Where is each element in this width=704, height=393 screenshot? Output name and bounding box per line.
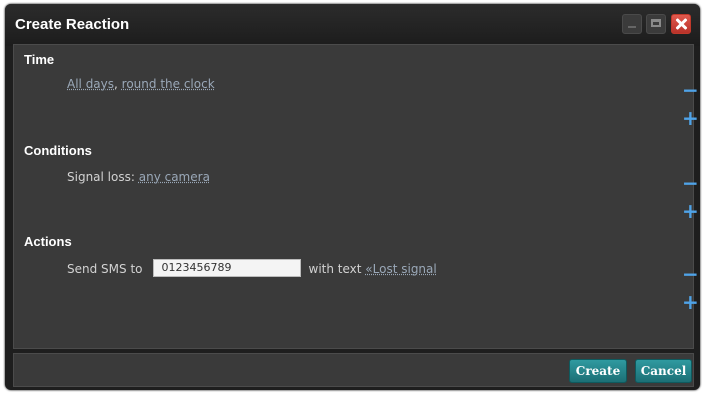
create-button[interactable]: Create xyxy=(569,359,627,383)
maximize-button[interactable] xyxy=(646,14,666,34)
hours-link[interactable]: round the clock xyxy=(122,77,215,91)
phone-number-input[interactable]: 0123456789 xyxy=(152,259,301,277)
minimize-button[interactable] xyxy=(622,14,642,34)
time-add-button[interactable]: + xyxy=(682,108,699,128)
create-reaction-dialog: Create Reaction Time All days, round the… xyxy=(5,4,700,390)
condition-remove-button[interactable]: − xyxy=(682,173,699,193)
camera-link[interactable]: any camera xyxy=(139,170,210,184)
message-text-link[interactable]: «Lost signal xyxy=(365,262,436,276)
action-add-button[interactable]: + xyxy=(682,292,699,312)
reaction-content-panel: Time All days, round the clock − + Condi… xyxy=(13,44,699,349)
time-row: All days, round the clock xyxy=(67,74,215,94)
time-separator: , xyxy=(114,77,118,91)
cancel-button[interactable]: Cancel xyxy=(635,359,692,383)
time-remove-button[interactable]: − xyxy=(682,80,699,100)
dialog-footer: Create Cancel xyxy=(13,353,694,387)
condition-row: Signal loss: any camera xyxy=(67,167,210,187)
action-remove-button[interactable]: − xyxy=(682,264,699,284)
section-title-actions: Actions xyxy=(24,234,72,249)
days-link[interactable]: All days xyxy=(67,77,114,91)
close-button[interactable] xyxy=(671,14,691,34)
section-title-time: Time xyxy=(24,52,55,67)
dialog-title: Create Reaction xyxy=(15,16,130,33)
condition-prefix: Signal loss: xyxy=(67,170,135,184)
action-row: Send SMS to 0123456789 with text «Lost sig… xyxy=(67,259,437,279)
condition-add-button[interactable]: + xyxy=(682,201,699,221)
with-text-label: with text xyxy=(308,262,362,276)
action-prefix: Send SMS to xyxy=(67,262,143,276)
title-bar[interactable]: Create Reaction xyxy=(5,4,700,46)
section-title-conditions: Conditions xyxy=(24,143,92,158)
